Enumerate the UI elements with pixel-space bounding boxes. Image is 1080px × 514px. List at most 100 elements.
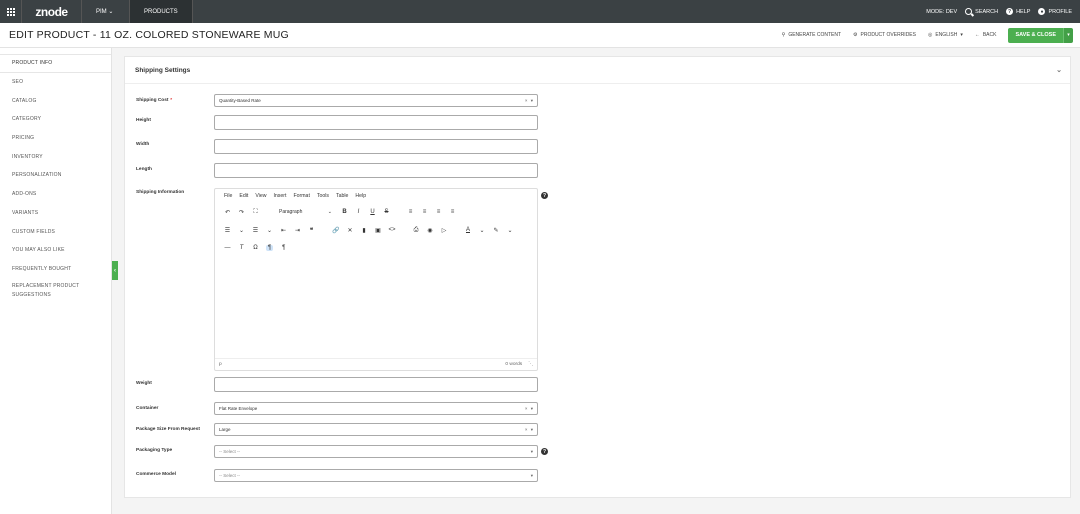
preview-icon[interactable]: ◉ xyxy=(427,227,434,234)
sidebar-item-seo[interactable]: SEO xyxy=(0,73,111,92)
print-icon[interactable]: ⎙ xyxy=(413,227,420,234)
save-options-dropdown[interactable]: ▾ xyxy=(1063,27,1073,43)
chevron-down-icon: ⌄ xyxy=(106,9,114,15)
ltr-icon[interactable]: ¶ xyxy=(266,245,274,251)
image-icon[interactable]: ▣ xyxy=(374,227,381,234)
fullscreen-icon[interactable]: ⛶ xyxy=(252,209,259,216)
bold-icon[interactable]: B xyxy=(341,209,348,215)
packaging-type-select[interactable]: -- Select -- ▾ xyxy=(214,445,538,458)
numbered-list-icon[interactable]: ☰ xyxy=(252,227,259,234)
sidebar-item-pricing[interactable]: PRICING xyxy=(0,129,111,148)
strikethrough-icon[interactable]: S xyxy=(383,209,390,215)
editor-menu-file[interactable]: File xyxy=(224,193,232,199)
sidebar-item-add-ons[interactable]: ADD-ONS xyxy=(0,185,111,204)
search-button[interactable]: SEARCH xyxy=(965,8,998,15)
editor-statusbar: p 0 words ⋱ xyxy=(215,358,537,370)
code-icon[interactable]: <> xyxy=(388,227,395,233)
products-nav[interactable]: PRODUCTS xyxy=(130,0,193,23)
editor-menu-edit[interactable]: Edit xyxy=(239,193,248,199)
sidebar-item-custom-fields[interactable]: CUSTOM FIELDS xyxy=(0,222,111,241)
editor-menu-insert[interactable]: Insert xyxy=(273,193,286,199)
profile-button[interactable]: ● PROFILE xyxy=(1038,8,1072,15)
package-size-select[interactable]: Large × ▾ xyxy=(214,423,538,436)
sidebar-item-product-info[interactable]: PRODUCT INFO xyxy=(0,54,111,73)
height-input[interactable] xyxy=(214,115,538,130)
length-input[interactable] xyxy=(214,163,538,178)
editor-menu-view[interactable]: View xyxy=(255,193,266,199)
editor-menu-help[interactable]: Help xyxy=(355,193,366,199)
text-color-icon[interactable]: A xyxy=(465,227,472,233)
arrow-left-icon: ← xyxy=(974,32,980,38)
shipping-cost-select[interactable]: Quantity-Based Rate × ▾ xyxy=(214,94,538,107)
page-title: EDIT PRODUCT - 11 OZ. COLORED STONEWARE … xyxy=(9,29,289,41)
sidebar-item-catalog[interactable]: CATALOG xyxy=(0,91,111,110)
link-icon[interactable]: 🔗 xyxy=(332,227,339,234)
chevron-down-icon[interactable]: ⌄ xyxy=(507,227,514,234)
commerce-model-select[interactable]: -- Select -- ▾ xyxy=(214,469,538,482)
italic-icon[interactable]: I xyxy=(355,209,362,215)
sidebar-item-you-may-also-like[interactable]: YOU MAY ALSO LIKE xyxy=(0,241,111,260)
media-icon[interactable]: ▷ xyxy=(441,227,448,234)
chevron-down-icon[interactable]: ⌄ xyxy=(1056,66,1062,74)
back-button[interactable]: ← BACK xyxy=(975,32,997,38)
commerce-model-label: Commerce Model xyxy=(136,472,176,477)
chevron-down-icon[interactable]: ⌄ xyxy=(238,227,245,234)
underline-icon[interactable]: U xyxy=(369,209,376,215)
editor-menu-format[interactable]: Format xyxy=(293,193,309,199)
width-input[interactable] xyxy=(214,139,538,154)
package-size-label: Package Size From Request xyxy=(136,427,200,432)
sidebar-item-inventory[interactable]: INVENTORY xyxy=(0,147,111,166)
chevron-down-icon[interactable]: ⌄ xyxy=(479,227,486,234)
weight-label: Weight xyxy=(136,381,152,386)
indent-icon[interactable]: ⇥ xyxy=(294,227,301,234)
align-left-icon[interactable]: ≡ xyxy=(407,209,414,215)
app-grid-button[interactable] xyxy=(0,0,22,23)
bookmark-icon[interactable]: ▮ xyxy=(360,227,367,234)
block-format-dropdown[interactable]: Paragraph ⌄ xyxy=(276,207,334,218)
pim-menu[interactable]: PIM ⌄ xyxy=(82,0,130,23)
undo-icon[interactable]: ↶ xyxy=(224,209,231,216)
horizontal-rule-icon[interactable]: — xyxy=(224,245,231,251)
sidebar-collapse-button[interactable]: ‹ xyxy=(112,261,118,280)
question-icon[interactable]: ? xyxy=(541,192,548,199)
blockquote-icon[interactable]: ❝ xyxy=(308,227,315,234)
editor-menu-tools[interactable]: Tools xyxy=(317,193,329,199)
required-marker: * xyxy=(170,98,173,103)
resize-handle-icon[interactable]: ⋱ xyxy=(528,362,533,367)
editor-path: p xyxy=(219,362,222,367)
length-label: Length xyxy=(136,167,152,172)
weight-input[interactable] xyxy=(214,377,538,392)
rtl-icon[interactable]: ¶ xyxy=(280,245,287,251)
align-right-icon[interactable]: ≡ xyxy=(435,209,442,215)
clear-caret-icons: × ▾ xyxy=(524,97,534,103)
sidebar-item-variants[interactable]: VARIANTS xyxy=(0,204,111,223)
redo-icon[interactable]: ↷ xyxy=(238,209,245,216)
align-center-icon[interactable]: ≡ xyxy=(421,209,428,215)
panel-header[interactable]: Shipping Settings ⌄ xyxy=(125,57,1070,84)
highlight-icon[interactable]: ✎ xyxy=(493,227,500,234)
align-justify-icon[interactable]: ≡ xyxy=(449,209,456,215)
product-overrides-button[interactable]: ⚙ PRODUCT OVERRIDES xyxy=(853,32,916,38)
outdent-icon[interactable]: ⇤ xyxy=(280,227,287,234)
clear-caret-icons: × ▾ xyxy=(524,426,534,432)
save-close-button[interactable]: SAVE & CLOSE xyxy=(1008,27,1063,43)
chevron-down-icon: ⌄ xyxy=(327,209,332,215)
special-character-icon[interactable]: Ω xyxy=(252,245,259,251)
block-format-value: Paragraph xyxy=(279,209,303,215)
profile-label: PROFILE xyxy=(1048,8,1072,15)
container-select[interactable]: Flat Rate Envelope × ▾ xyxy=(214,402,538,415)
sidebar-item-personalization[interactable]: PERSONALIZATION xyxy=(0,166,111,185)
help-button[interactable]: ? HELP xyxy=(1006,8,1030,15)
sidebar-item-replacement-product-suggestions[interactable]: REPLACEMENT PRODUCT SUGGESTIONS xyxy=(0,278,90,304)
generate-content-button[interactable]: ⚲ GENERATE CONTENT xyxy=(782,32,841,38)
chevron-down-icon[interactable]: ⌄ xyxy=(266,227,273,234)
clear-formatting-icon[interactable]: T xyxy=(238,245,245,251)
bullet-list-icon[interactable]: ☰ xyxy=(224,227,231,234)
question-icon[interactable]: ? xyxy=(541,448,548,455)
sidebar-item-category[interactable]: CATEGORY xyxy=(0,110,111,129)
sidebar-item-frequently-bought[interactable]: FREQUENTLY BOUGHT xyxy=(0,260,111,279)
unlink-icon[interactable]: ✕ xyxy=(346,227,353,234)
znode-logo[interactable]: znode xyxy=(22,0,82,23)
editor-menu-table[interactable]: Table xyxy=(336,193,348,199)
language-dropdown[interactable]: ◎ ENGLISH ▾ xyxy=(928,32,963,38)
